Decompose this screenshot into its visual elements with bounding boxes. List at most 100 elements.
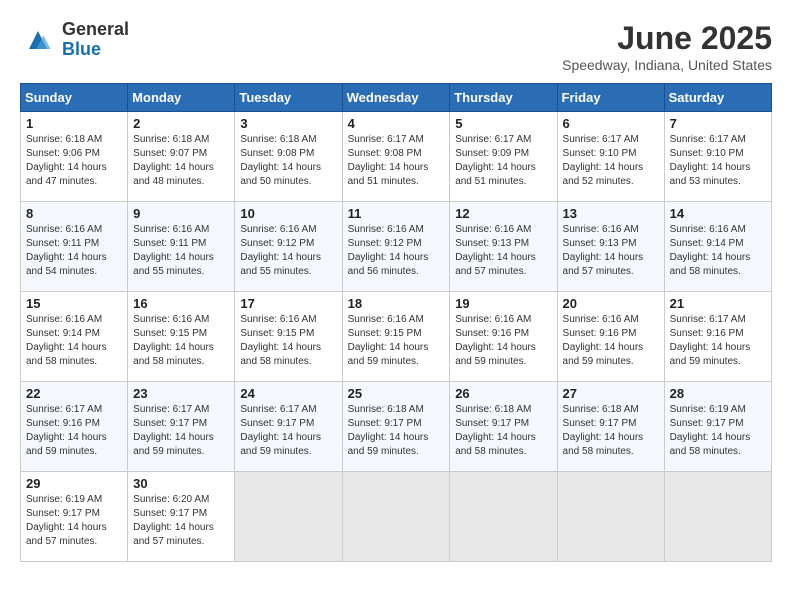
day-cell: 9Sunrise: 6:16 AM Sunset: 9:11 PM Daylig…: [128, 202, 235, 292]
week-row-4: 22Sunrise: 6:17 AM Sunset: 9:16 PM Dayli…: [21, 382, 772, 472]
day-cell: 29 Sunrise: 6:19 AM Sunset: 9:17 PM Dayli…: [21, 472, 128, 562]
day-number: 14: [670, 206, 766, 221]
day-number: 27: [563, 386, 659, 401]
day-info: Sunrise: 6:17 AM Sunset: 9:16 PM Dayligh…: [26, 403, 122, 459]
day-cell: 1 Sunrise: 6:18 AM Sunset: 9:06 PM Daylig…: [21, 112, 128, 202]
weekday-header-sunday: Sunday: [21, 84, 128, 112]
day-number: 11: [348, 206, 445, 221]
week-row-3: 15 Sunrise: 6:16 AM Sunset: 9:14 PM Dayli…: [21, 292, 772, 382]
month-year: June 2025: [562, 20, 772, 57]
day-info: Sunrise: 6:16 AM Sunset: 9:16 PM Dayligh…: [563, 313, 659, 369]
day-cell: [664, 472, 771, 562]
day-info: Sunrise: 6:16 AM Sunset: 9:15 PM Dayligh…: [240, 313, 336, 369]
day-info: Sunrise: 6:16 AM Sunset: 9:14 PM Dayligh…: [26, 313, 122, 369]
day-info: Sunrise: 6:17 AM Sunset: 9:08 PM Dayligh…: [348, 133, 445, 189]
day-cell: 2Sunrise: 6:18 AM Sunset: 9:07 PM Daylig…: [128, 112, 235, 202]
calendar-table: SundayMondayTuesdayWednesdayThursdayFrid…: [20, 83, 772, 562]
day-info: Sunrise: 6:18 AM Sunset: 9:06 PM Dayligh…: [26, 133, 122, 189]
day-cell: 16 Sunrise: 6:16 AM Sunset: 9:15 PM Dayli…: [128, 292, 235, 382]
day-cell: 10Sunrise: 6:16 AM Sunset: 9:12 PM Dayli…: [235, 202, 342, 292]
day-number: 4: [348, 116, 445, 131]
day-cell: 7 Sunrise: 6:17 AM Sunset: 9:10 PM Daylig…: [664, 112, 771, 202]
day-number: 17: [240, 296, 336, 311]
day-number: 10: [240, 206, 336, 221]
day-cell: 17 Sunrise: 6:16 AM Sunset: 9:15 PM Dayli…: [235, 292, 342, 382]
day-info: Sunrise: 6:19 AM Sunset: 9:17 PM Dayligh…: [26, 493, 122, 549]
day-cell: 28Sunrise: 6:19 AM Sunset: 9:17 PM Dayli…: [664, 382, 771, 472]
week-row-5: 29 Sunrise: 6:19 AM Sunset: 9:17 PM Dayli…: [21, 472, 772, 562]
day-info: Sunrise: 6:17 AM Sunset: 9:10 PM Dayligh…: [670, 133, 766, 189]
day-cell: 8 Sunrise: 6:16 AM Sunset: 9:11 PM Daylig…: [21, 202, 128, 292]
day-number: 7: [670, 116, 766, 131]
day-info: Sunrise: 6:18 AM Sunset: 9:17 PM Dayligh…: [348, 403, 445, 459]
day-number: 12: [455, 206, 551, 221]
day-cell: [450, 472, 557, 562]
day-cell: 25 Sunrise: 6:18 AM Sunset: 9:17 PM Dayli…: [342, 382, 450, 472]
day-cell: 13Sunrise: 6:16 AM Sunset: 9:13 PM Dayli…: [557, 202, 664, 292]
day-cell: 11 Sunrise: 6:16 AM Sunset: 9:12 PM Dayli…: [342, 202, 450, 292]
day-number: 15: [26, 296, 122, 311]
day-info: Sunrise: 6:16 AM Sunset: 9:15 PM Dayligh…: [133, 313, 229, 369]
day-number: 29: [26, 476, 122, 491]
day-cell: 23Sunrise: 6:17 AM Sunset: 9:17 PM Dayli…: [128, 382, 235, 472]
day-number: 20: [563, 296, 659, 311]
weekday-header-wednesday: Wednesday: [342, 84, 450, 112]
day-info: Sunrise: 6:16 AM Sunset: 9:11 PM Dayligh…: [26, 223, 122, 279]
day-info: Sunrise: 6:17 AM Sunset: 9:09 PM Dayligh…: [455, 133, 551, 189]
day-cell: 4 Sunrise: 6:17 AM Sunset: 9:08 PM Daylig…: [342, 112, 450, 202]
weekday-header-monday: Monday: [128, 84, 235, 112]
day-cell: 26 Sunrise: 6:18 AM Sunset: 9:17 PM Dayli…: [450, 382, 557, 472]
day-number: 3: [240, 116, 336, 131]
day-info: Sunrise: 6:18 AM Sunset: 9:07 PM Dayligh…: [133, 133, 229, 189]
day-number: 8: [26, 206, 122, 221]
day-info: Sunrise: 6:17 AM Sunset: 9:10 PM Dayligh…: [563, 133, 659, 189]
week-row-1: 1 Sunrise: 6:18 AM Sunset: 9:06 PM Daylig…: [21, 112, 772, 202]
day-cell: 19Sunrise: 6:16 AM Sunset: 9:16 PM Dayli…: [450, 292, 557, 382]
day-info: Sunrise: 6:16 AM Sunset: 9:16 PM Dayligh…: [455, 313, 551, 369]
weekday-header-tuesday: Tuesday: [235, 84, 342, 112]
day-cell: 20 Sunrise: 6:16 AM Sunset: 9:16 PM Dayli…: [557, 292, 664, 382]
day-cell: 3Sunrise: 6:18 AM Sunset: 9:08 PM Daylig…: [235, 112, 342, 202]
logo-general: General: [62, 19, 129, 39]
logo-icon: [20, 22, 56, 58]
weekday-header-friday: Friday: [557, 84, 664, 112]
day-info: Sunrise: 6:16 AM Sunset: 9:15 PM Dayligh…: [348, 313, 445, 369]
title-area: June 2025 Speedway, Indiana, United Stat…: [562, 20, 772, 73]
day-cell: 24 Sunrise: 6:17 AM Sunset: 9:17 PM Dayli…: [235, 382, 342, 472]
day-number: 6: [563, 116, 659, 131]
day-cell: 12 Sunrise: 6:16 AM Sunset: 9:13 PM Dayli…: [450, 202, 557, 292]
logo-blue: Blue: [62, 39, 101, 59]
day-info: Sunrise: 6:16 AM Sunset: 9:11 PM Dayligh…: [133, 223, 229, 279]
day-cell: 6 Sunrise: 6:17 AM Sunset: 9:10 PM Daylig…: [557, 112, 664, 202]
day-number: 16: [133, 296, 229, 311]
day-number: 23: [133, 386, 229, 401]
weekday-header-thursday: Thursday: [450, 84, 557, 112]
day-number: 25: [348, 386, 445, 401]
day-cell: 30 Sunrise: 6:20 AM Sunset: 9:17 PM Dayli…: [128, 472, 235, 562]
day-cell: 21 Sunrise: 6:17 AM Sunset: 9:16 PM Dayli…: [664, 292, 771, 382]
day-info: Sunrise: 6:16 AM Sunset: 9:13 PM Dayligh…: [455, 223, 551, 279]
day-info: Sunrise: 6:16 AM Sunset: 9:13 PM Dayligh…: [563, 223, 659, 279]
day-number: 5: [455, 116, 551, 131]
day-number: 28: [670, 386, 766, 401]
day-info: Sunrise: 6:20 AM Sunset: 9:17 PM Dayligh…: [133, 493, 229, 549]
day-cell: [235, 472, 342, 562]
day-number: 24: [240, 386, 336, 401]
day-info: Sunrise: 6:18 AM Sunset: 9:17 PM Dayligh…: [455, 403, 551, 459]
day-cell: 15 Sunrise: 6:16 AM Sunset: 9:14 PM Dayli…: [21, 292, 128, 382]
day-number: 21: [670, 296, 766, 311]
day-number: 1: [26, 116, 122, 131]
day-info: Sunrise: 6:17 AM Sunset: 9:16 PM Dayligh…: [670, 313, 766, 369]
day-cell: [342, 472, 450, 562]
day-cell: 5 Sunrise: 6:17 AM Sunset: 9:09 PM Daylig…: [450, 112, 557, 202]
day-cell: [557, 472, 664, 562]
day-number: 26: [455, 386, 551, 401]
location: Speedway, Indiana, United States: [562, 57, 772, 73]
day-number: 30: [133, 476, 229, 491]
day-info: Sunrise: 6:16 AM Sunset: 9:12 PM Dayligh…: [348, 223, 445, 279]
day-info: Sunrise: 6:17 AM Sunset: 9:17 PM Dayligh…: [240, 403, 336, 459]
day-cell: 14Sunrise: 6:16 AM Sunset: 9:14 PM Dayli…: [664, 202, 771, 292]
weekday-header-saturday: Saturday: [664, 84, 771, 112]
day-number: 18: [348, 296, 445, 311]
weekday-header-row: SundayMondayTuesdayWednesdayThursdayFrid…: [21, 84, 772, 112]
